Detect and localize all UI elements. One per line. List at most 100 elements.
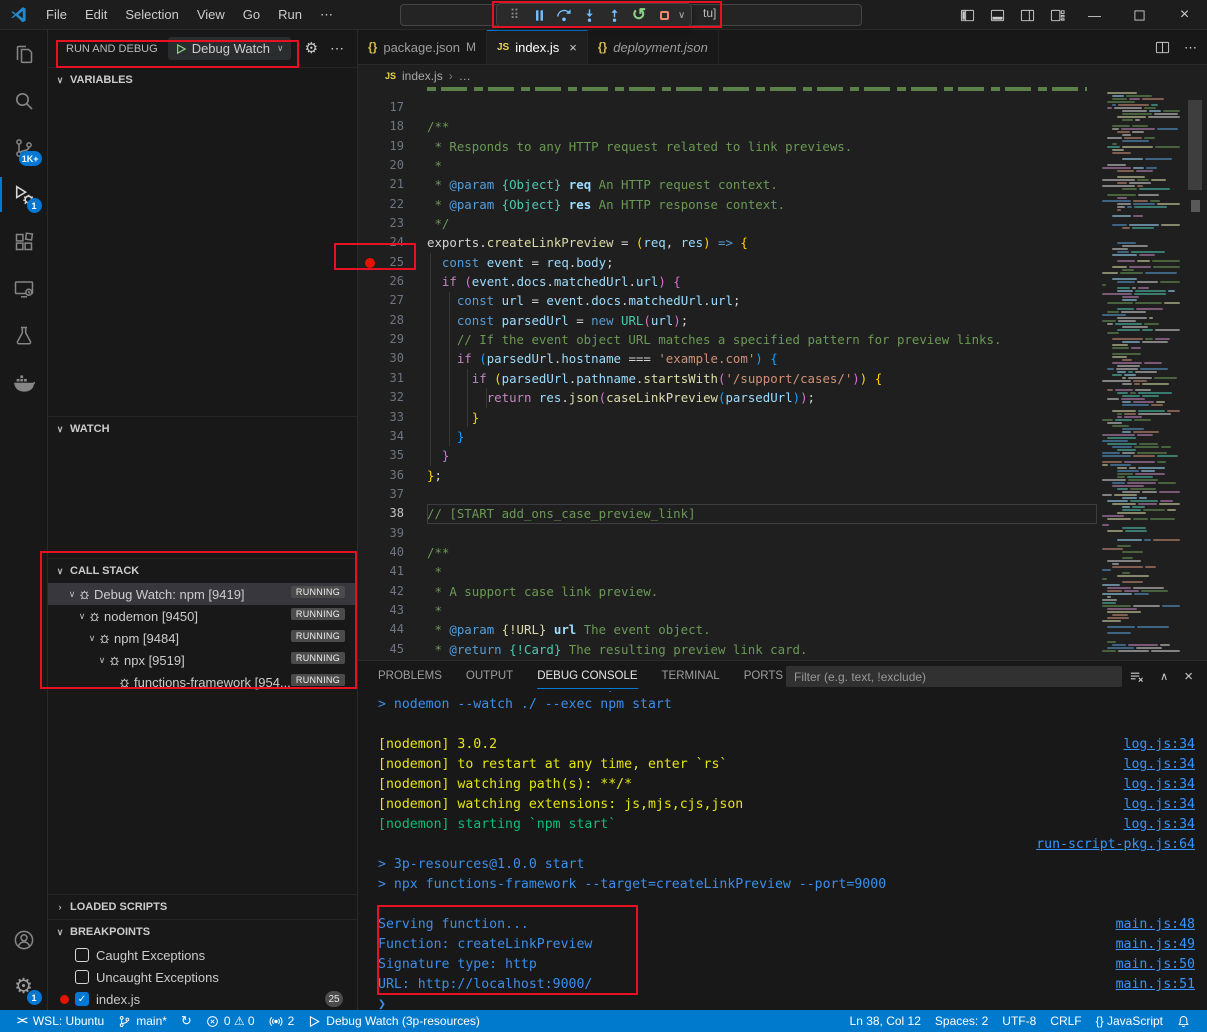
panel-tab-debug-console[interactable]: DEBUG CONSOLE [537,661,637,691]
menu-item-edit[interactable]: Edit [76,3,116,26]
gutter[interactable]: 24 [358,233,427,252]
gutter[interactable]: 31 [358,369,427,388]
source-link[interactable]: log.js:34 [1124,775,1195,795]
gutter[interactable]: 38 [358,504,427,523]
breadcrumb-file[interactable]: index.js [402,69,443,83]
call-stack-row[interactable]: ∨npm [9484]RUNNING [48,627,357,649]
code-line-26[interactable]: 26 if (event.docs.matchedUrl.url) { [358,272,1097,291]
code-line-36[interactable]: 36}; [358,466,1097,485]
chevron-down-icon[interactable]: ∨ [86,633,98,644]
breakpoint-row[interactable]: ✓index.js25 [48,988,357,1010]
breadcrumb[interactable]: JS index.js › … [358,65,1207,87]
code-line-19[interactable]: 19 * Responds to any HTTP request relate… [358,137,1097,156]
stop-icon[interactable] [653,5,675,25]
gutter[interactable]: 23 [358,214,427,233]
panel-tab-terminal[interactable]: TERMINAL [662,661,720,691]
code-line-29[interactable]: 29 // If the event object URL matches a … [358,330,1097,349]
source-link[interactable]: main.js:51 [1116,975,1195,995]
call-stack-row[interactable]: ∨Debug Watch: npm [9419]RUNNING [48,583,357,605]
code-line-41[interactable]: 41 * [358,562,1097,581]
pause-icon[interactable] [528,5,550,25]
code-line-39[interactable]: 39 [358,524,1097,543]
gutter[interactable]: 17 [358,98,427,117]
maximize-panel-icon[interactable]: ∧ [1160,670,1168,683]
drag-handle-icon[interactable]: ⠿ [503,5,525,25]
menu-item-selection[interactable]: Selection [116,3,187,26]
editor-scrollbar[interactable] [1188,87,1202,660]
call-stack-row[interactable]: ∨nodemon [9450]RUNNING [48,605,357,627]
checkbox[interactable] [75,970,89,984]
gutter[interactable]: 32 [358,388,427,407]
source-link[interactable]: main.js:50 [1116,955,1195,975]
chevron-down-icon[interactable]: ∨ [66,589,78,600]
maximize-button[interactable] [1117,0,1162,30]
gutter[interactable]: 25 [358,253,427,272]
gutter[interactable]: 30 [358,349,427,368]
checkbox[interactable]: ✓ [75,992,89,1006]
menu-item-go[interactable]: Go [234,3,269,26]
code-line-40[interactable]: 40/** [358,543,1097,562]
debug-settings-gear-icon[interactable]: ⚙ [305,41,318,56]
source-link[interactable]: log.js:34 [1124,815,1195,835]
gutter[interactable]: 35 [358,446,427,465]
activity-bar-item-run-and-debug[interactable]: 1 [0,171,48,218]
code-line-24[interactable]: 24exports.createLinkPreview = (req, res)… [358,233,1097,252]
code-line-25[interactable]: 25 const event = req.body; [358,253,1097,272]
customize-layout-icon[interactable] [1042,0,1072,30]
code-line-38[interactable]: 38// [START add_ons_case_preview_link] [358,504,1097,523]
menu-item-view[interactable]: View [188,3,234,26]
call-stack-row[interactable]: ∨npx [9519]RUNNING [48,649,357,671]
status-item-2[interactable]: 2 [262,1010,302,1032]
gutter[interactable]: 39 [358,524,427,543]
menu-item-file[interactable]: File [37,3,76,26]
more-actions-icon[interactable]: ⋯ [1184,40,1197,56]
source-link[interactable]: log.js:34 [1124,755,1195,775]
status-item-sync-icon[interactable]: ↻ [174,1010,199,1032]
breakpoint-row[interactable]: Caught Exceptions [48,944,357,966]
step-over-icon[interactable] [553,5,575,25]
activity-bar-item-explorer[interactable] [0,30,48,77]
gutter[interactable]: 44 [358,620,427,639]
code-line-17[interactable]: 17 [358,98,1097,117]
status-item-0-0[interactable]: 0 ⚠ 0 [199,1010,262,1032]
gutter[interactable]: 42 [358,582,427,601]
layout-panel-icon[interactable] [982,0,1012,30]
status-item--javascript[interactable]: {} JavaScript [1089,1010,1170,1032]
gutter[interactable]: 43 [358,601,427,620]
activity-bar-item-remote-explorer[interactable] [0,265,48,312]
source-link[interactable]: log.js:34 [1124,735,1195,755]
code-line-27[interactable]: 27 const url = event.docs.matchedUrl.url… [358,291,1097,310]
gutter[interactable]: 37 [358,485,427,504]
source-link[interactable]: main.js:48 [1116,915,1195,935]
breadcrumb-more[interactable]: … [459,69,471,83]
gutter[interactable]: 45 [358,640,427,659]
code-line-32[interactable]: 32 return res.json(caseLinkPreview(parse… [358,388,1097,407]
variables-section-header[interactable]: ∨ VARIABLES [48,68,357,92]
step-into-icon[interactable] [578,5,600,25]
activity-bar-item-search[interactable] [0,77,48,124]
editor-tab-deployment.json[interactable]: {}deployment.json [588,30,719,64]
chevron-down-icon[interactable]: ∨ [678,10,685,21]
menu-item-run[interactable]: Run [269,3,311,26]
chevron-down-icon[interactable]: ∨ [76,611,88,622]
status-item-debug-watch-3p-resources-[interactable]: Debug Watch (3p-resources) [301,1010,487,1032]
code-editor[interactable]: 1718/**19 * Responds to any HTTP request… [358,87,1207,660]
gutter[interactable]: 40 [358,543,427,562]
restart-icon[interactable]: ↺ [628,5,650,25]
activity-bar-item-settings[interactable]: ⚙1 [0,963,48,1010]
breakpoint-row[interactable]: Uncaught Exceptions [48,966,357,988]
status-item-crlf[interactable]: CRLF [1043,1010,1088,1032]
checkbox[interactable] [75,948,89,962]
chevron-down-icon[interactable]: ∨ [96,655,108,666]
editor-tab-package.json[interactable]: {}package.jsonM [358,30,487,64]
close-tab-icon[interactable]: × [569,40,577,55]
launch-config-dropdown[interactable]: Debug Watch ∨ [168,37,291,60]
split-editor-icon[interactable] [1155,40,1170,55]
gutter[interactable]: 20 [358,156,427,175]
console-filter-input[interactable] [786,666,1122,687]
loaded-scripts-section-header[interactable]: › LOADED SCRIPTS [48,895,357,919]
gutter[interactable]: 21 [358,175,427,194]
code-line-20[interactable]: 20 * [358,156,1097,175]
status-item-ln-38-col-12[interactable]: Ln 38, Col 12 [843,1010,928,1032]
panel-tab-problems[interactable]: PROBLEMS [378,661,442,691]
